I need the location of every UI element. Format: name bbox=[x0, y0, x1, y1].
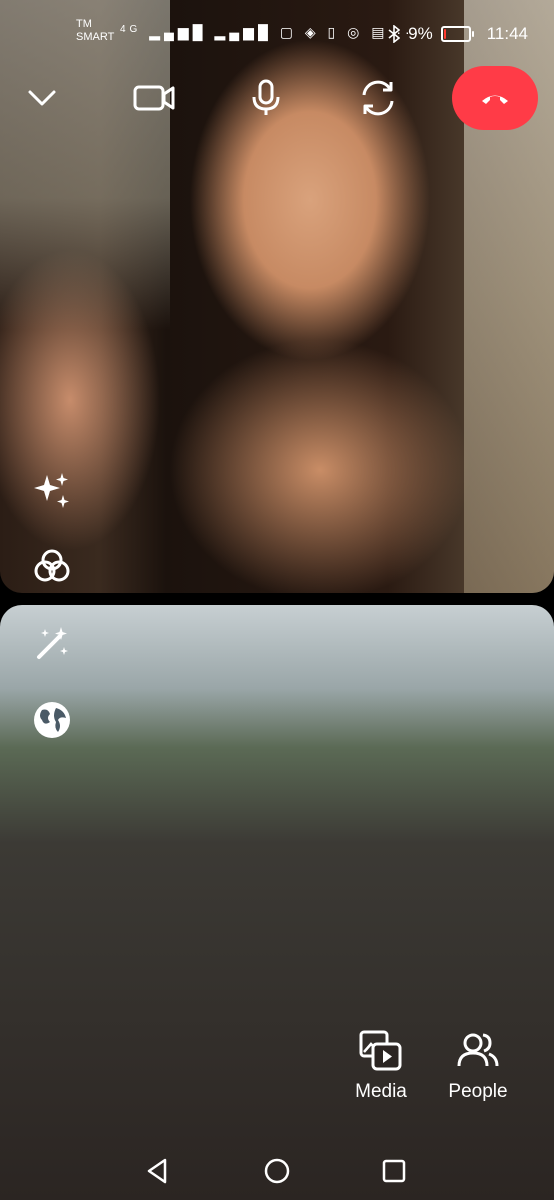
minimize-call-button[interactable] bbox=[16, 72, 68, 124]
nav-home-button[interactable] bbox=[260, 1154, 294, 1188]
carrier-label: TM SMART bbox=[76, 18, 114, 44]
home-icon bbox=[263, 1157, 291, 1185]
background-button[interactable] bbox=[28, 696, 76, 744]
filters-icon bbox=[33, 547, 71, 585]
globe-icon bbox=[32, 700, 72, 740]
media-button[interactable]: Media bbox=[336, 1030, 426, 1103]
battery-level bbox=[443, 29, 446, 39]
system-navigation-bar bbox=[0, 1140, 554, 1200]
self-video-feed[interactable] bbox=[0, 605, 554, 1200]
people-label: People bbox=[448, 1081, 508, 1102]
media-label: Media bbox=[355, 1081, 407, 1102]
notification-icons: 4G ▂▄▆█ ▂▄▆█ ▢ ◈ ▯ ◎ ▤ ··· bbox=[120, 24, 422, 41]
mute-button[interactable] bbox=[240, 72, 292, 124]
carrier-line1: TM bbox=[76, 18, 92, 30]
flip-camera-icon bbox=[358, 79, 398, 117]
status-right: 9% 11:44 bbox=[388, 24, 528, 44]
filters-button[interactable] bbox=[28, 542, 76, 590]
people-icon bbox=[456, 1030, 500, 1072]
nav-recents-button[interactable] bbox=[377, 1154, 411, 1188]
video-toggle-button[interactable] bbox=[128, 72, 180, 124]
back-icon bbox=[145, 1157, 169, 1185]
media-icon bbox=[359, 1030, 403, 1072]
flip-camera-button[interactable] bbox=[352, 72, 404, 124]
recents-icon bbox=[381, 1158, 407, 1184]
microphone-icon bbox=[251, 79, 281, 117]
effects-button[interactable] bbox=[28, 466, 76, 514]
signal-icon-2: ▂▄▆█ bbox=[214, 24, 272, 40]
status-bar: TM SMART 4G ▂▄▆█ ▂▄▆█ ▢ ◈ ▯ ◎ ▤ ··· 9% 1… bbox=[0, 18, 554, 48]
battery-percent: 9% bbox=[408, 24, 433, 43]
end-call-button[interactable] bbox=[452, 66, 538, 130]
bluetooth-icon bbox=[388, 25, 401, 43]
app-notification-icons: ▢ ◈ ▯ ◎ ▤ bbox=[279, 24, 389, 40]
carrier-line2: SMART bbox=[76, 31, 115, 43]
magic-wand-icon bbox=[33, 625, 71, 663]
network-type: 4G bbox=[120, 24, 142, 35]
nav-back-button[interactable] bbox=[140, 1154, 174, 1188]
chevron-down-icon bbox=[27, 88, 57, 108]
magic-wand-button[interactable] bbox=[28, 620, 76, 668]
end-call-icon bbox=[479, 90, 511, 106]
clock: 11:44 bbox=[486, 24, 528, 43]
sparkles-icon bbox=[33, 471, 71, 509]
people-button[interactable]: People bbox=[433, 1030, 523, 1103]
battery-icon bbox=[440, 26, 474, 42]
video-camera-icon bbox=[133, 83, 175, 113]
signal-icon: ▂▄▆█ bbox=[149, 24, 207, 40]
